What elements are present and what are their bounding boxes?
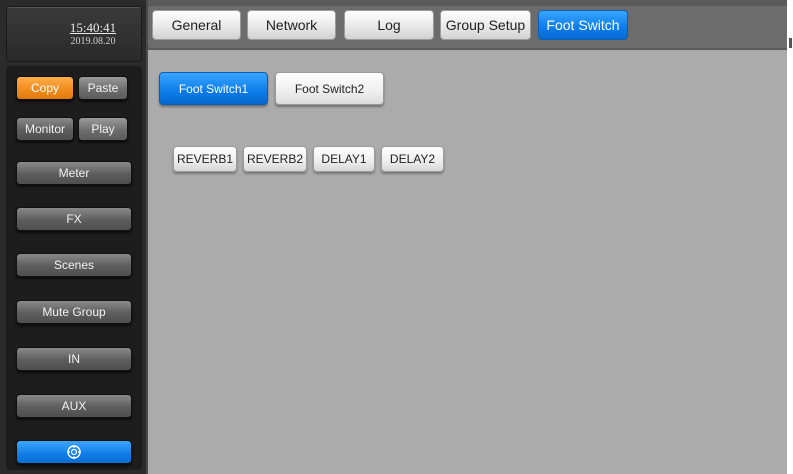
sidebar-panel: Copy Paste Monitor Play Meter FX Scenes … — [6, 66, 142, 470]
scenes-button[interactable]: Scenes — [16, 253, 132, 277]
aux-button[interactable]: AUX — [16, 394, 132, 418]
mute-group-button[interactable]: Mute Group — [16, 300, 132, 324]
main-panel: Foot Switch1 Foot Switch2 REVERB1 REVERB… — [148, 50, 787, 474]
effect-reverb2-button[interactable]: REVERB2 — [243, 146, 307, 172]
clock-date: 2019.08.20 — [70, 36, 116, 47]
clock-time: 15:40:41 — [69, 20, 117, 35]
tab-general[interactable]: General — [152, 10, 241, 40]
copy-button[interactable]: Copy — [16, 76, 74, 100]
tab-log[interactable]: Log — [344, 10, 434, 40]
crosshair-icon — [66, 444, 82, 460]
effect-reverb1-button[interactable]: REVERB1 — [173, 146, 237, 172]
home-button[interactable] — [16, 440, 132, 464]
foot-switch-1-button[interactable]: Foot Switch1 — [159, 72, 268, 105]
clock-display: 15:40:41 2019.08.20 — [6, 6, 142, 62]
fx-button[interactable]: FX — [16, 207, 132, 231]
play-button[interactable]: Play — [78, 117, 128, 141]
edge-marker — [789, 38, 792, 48]
in-button[interactable]: IN — [16, 347, 132, 371]
top-tab-bar: General Network Log Group Setup Foot Swi… — [148, 0, 793, 50]
sidebar: 15:40:41 2019.08.20 Copy Paste Monitor P… — [0, 0, 146, 474]
meter-button[interactable]: Meter — [16, 161, 132, 185]
window-edge — [787, 0, 793, 474]
foot-switch-2-button[interactable]: Foot Switch2 — [275, 72, 384, 105]
monitor-button[interactable]: Monitor — [16, 117, 74, 141]
paste-button[interactable]: Paste — [78, 76, 128, 100]
tab-foot-switch[interactable]: Foot Switch — [538, 10, 628, 40]
tab-group-setup[interactable]: Group Setup — [440, 10, 531, 40]
effect-delay2-button[interactable]: DELAY2 — [381, 146, 444, 172]
effect-delay1-button[interactable]: DELAY1 — [313, 146, 375, 172]
tab-network[interactable]: Network — [247, 10, 336, 40]
